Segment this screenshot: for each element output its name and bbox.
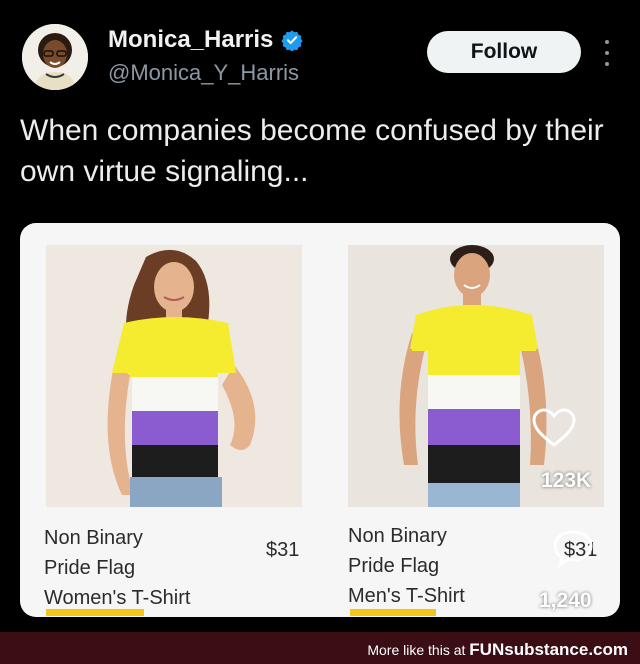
highlight-bar: [350, 609, 436, 616]
product-photo-men[interactable]: [348, 245, 604, 507]
woman-tshirt-image: [46, 245, 302, 507]
man-tshirt-image: [348, 245, 604, 507]
heart-icon[interactable]: [531, 407, 577, 449]
watermark-brand: FUNsubstance.com: [469, 640, 628, 659]
author-name[interactable]: Monica_Harris: [108, 26, 273, 54]
author-avatar[interactable]: [22, 24, 88, 90]
author-name-row[interactable]: Monica_Harris: [108, 26, 304, 54]
more-options-icon[interactable]: [597, 40, 617, 66]
product-title-line: Non Binary: [44, 527, 143, 549]
tweet-text: When companies become confused by their …: [20, 114, 604, 188]
watermark-prefix: More like this at: [367, 642, 466, 658]
product-price-women: $31: [266, 539, 300, 561]
product-title-line: Pride Flag: [44, 557, 136, 579]
product-title-women[interactable]: Non Binary Pride Flag Women's T-Shirt: [44, 523, 190, 613]
product-title-line: Men's T-Shirt: [348, 585, 465, 607]
watermark-text: More like this at FUNsubstance.com: [367, 640, 628, 660]
highlight-bar: [46, 609, 144, 616]
like-count: 123K: [541, 469, 592, 492]
comment-icon[interactable]: [551, 528, 595, 568]
comment-count: 1,240: [539, 589, 592, 612]
author-handle[interactable]: @Monica_Y_Harris: [108, 60, 299, 86]
tweet-media[interactable]: Non Binary Pride Flag Women's T-Shirt $3…: [20, 223, 620, 617]
product-title-men[interactable]: Non Binary Pride Flag Men's T-Shirt: [348, 521, 465, 611]
watermark-bar: More like this at FUNsubstance.com: [0, 632, 640, 664]
product-title-line: Pride Flag: [348, 555, 440, 577]
verified-badge-icon: [281, 30, 304, 51]
follow-button[interactable]: Follow: [427, 31, 581, 73]
avatar-image: [22, 24, 88, 90]
product-photo-women[interactable]: [46, 245, 302, 507]
product-title-line: Non Binary: [348, 525, 447, 547]
